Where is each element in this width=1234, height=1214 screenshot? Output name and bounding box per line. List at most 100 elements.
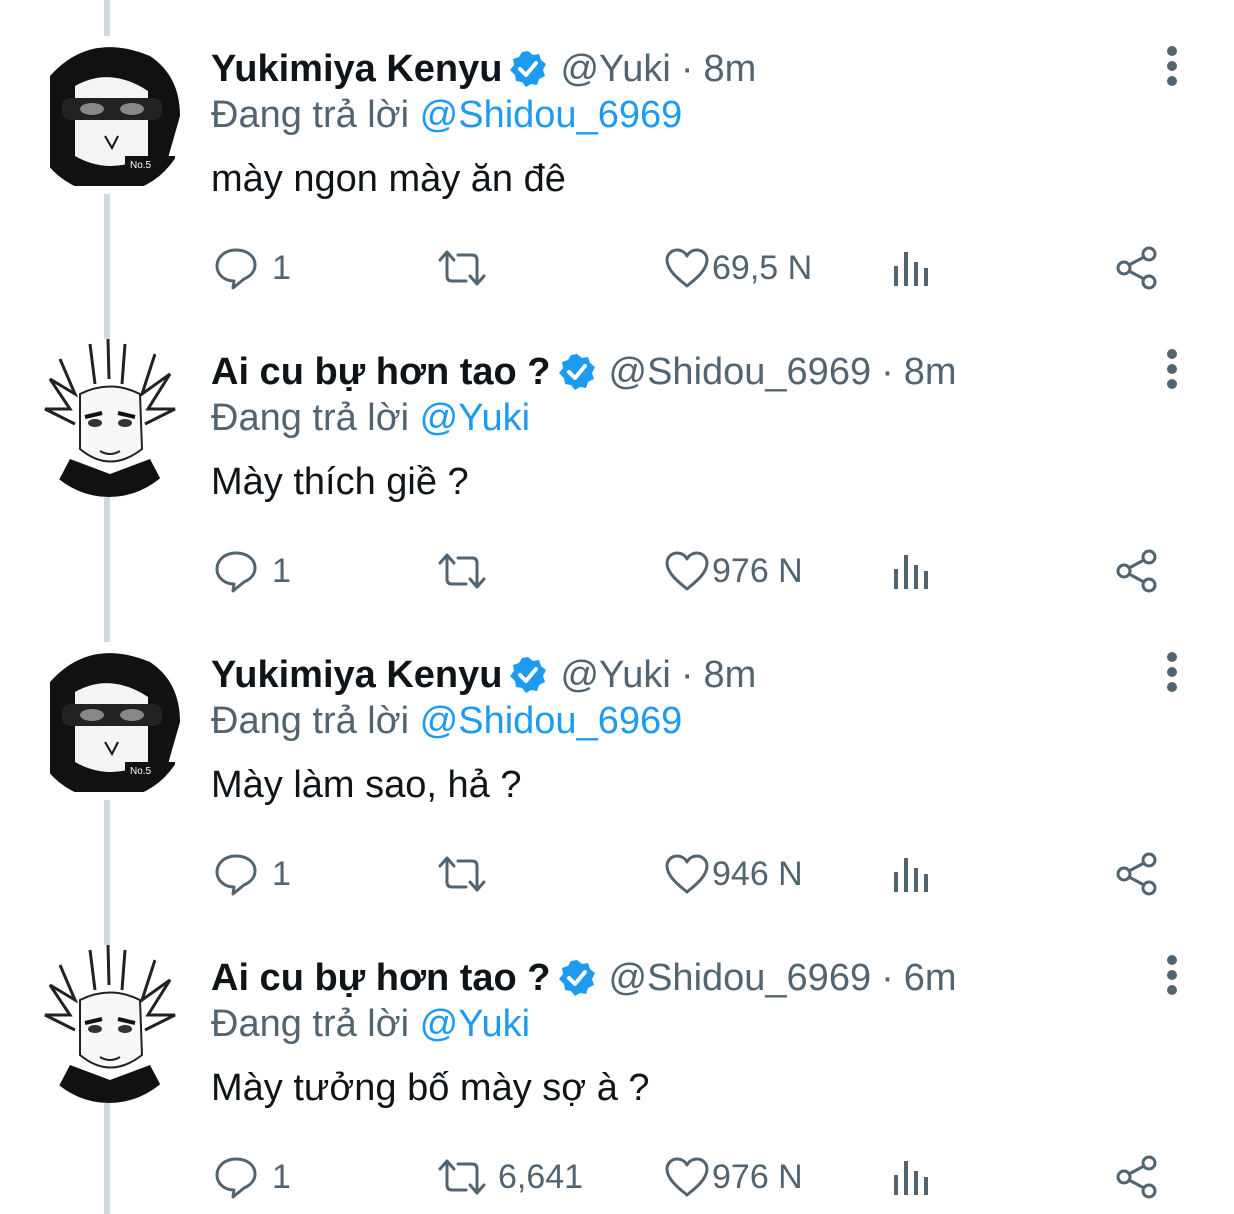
share-button[interactable] <box>1114 1149 1160 1205</box>
retweet-button[interactable]: 6,641 <box>436 1149 583 1205</box>
tweet-actions: 1 976 N <box>0 543 1234 599</box>
user-handle[interactable]: @Yuki <box>560 654 670 697</box>
reply-button[interactable]: 1 <box>214 240 291 296</box>
svg-text:No.5: No.5 <box>130 766 152 777</box>
display-name[interactable]: Yukimiya Kenyu <box>211 48 502 91</box>
heart-icon <box>665 248 709 288</box>
reply-count: 1 <box>272 854 291 893</box>
like-button[interactable]: 946 N <box>664 846 803 902</box>
replying-to-label: Đang trả lời <box>211 700 410 742</box>
separator-dot: · <box>680 653 694 696</box>
share-button[interactable] <box>1114 543 1160 599</box>
user-handle[interactable]: @Shidou_6969 <box>609 957 872 1000</box>
tweet[interactable]: No.5 Yukimiya Kenyu @Yuki · 8m Đang trả … <box>0 0 1234 303</box>
like-count: 69,5 N <box>712 248 813 287</box>
share-icon <box>1116 852 1157 896</box>
replying-to-handle[interactable]: @Shidou_6969 <box>420 700 683 742</box>
retweet-button[interactable] <box>436 240 498 296</box>
tweet[interactable]: Ai cu bự hơn tao ? @Shidou_6969 · 6m Đan… <box>0 909 1234 1212</box>
display-name[interactable]: Yukimiya Kenyu <box>211 654 502 697</box>
timestamp[interactable]: 8m <box>904 351 957 394</box>
replying-to-label: Đang trả lời <box>211 397 410 439</box>
views-button[interactable] <box>890 240 932 296</box>
retweet-count: 6,641 <box>498 1157 584 1196</box>
separator-dot: · <box>680 47 694 90</box>
replying-to: Đang trả lời @Yuki <box>211 397 530 440</box>
more-vertical-icon[interactable] <box>1150 650 1194 694</box>
replying-to: Đang trả lời @Shidou_6969 <box>211 94 682 137</box>
avatar-yukimiya[interactable]: No.5 <box>30 642 188 800</box>
more-vertical-icon[interactable] <box>1150 953 1194 997</box>
tweet-header: Yukimiya Kenyu @Yuki · 8m <box>211 646 756 704</box>
reply-button[interactable]: 1 <box>214 1149 291 1205</box>
replying-to-handle[interactable]: @Yuki <box>420 1003 530 1045</box>
verified-badge-icon <box>557 958 597 998</box>
views-button[interactable] <box>890 1149 932 1205</box>
like-button[interactable]: 976 N <box>664 543 803 599</box>
tweet[interactable]: No.5 Yukimiya Kenyu @Yuki · 8m Đang trả … <box>0 606 1234 909</box>
tweet-header: Ai cu bự hơn tao ? @Shidou_6969 · 8m <box>211 343 957 401</box>
reply-button[interactable]: 1 <box>214 543 291 599</box>
heart-icon <box>665 1157 709 1197</box>
avatar-shidou[interactable] <box>30 339 188 497</box>
tweet-text: Mày tưởng bố mày sợ à ? <box>211 1067 650 1109</box>
replying-to-handle[interactable]: @Yuki <box>420 397 530 439</box>
retweet-icon <box>438 553 486 589</box>
timestamp[interactable]: 8m <box>704 48 757 91</box>
share-button[interactable] <box>1114 846 1160 902</box>
views-bar-chart-icon <box>894 858 928 892</box>
avatar-yukimiya[interactable]: No.5 <box>30 36 188 194</box>
views-button[interactable] <box>890 543 932 599</box>
like-count: 976 N <box>712 1157 803 1196</box>
display-name[interactable]: Ai cu bự hơn tao ? <box>211 351 551 394</box>
more-vertical-icon[interactable] <box>1150 347 1194 391</box>
tweet-text: mày ngon mày ăn đê <box>211 158 566 200</box>
reply-bubble-icon <box>215 248 257 290</box>
share-button[interactable] <box>1114 240 1160 296</box>
like-button[interactable]: 69,5 N <box>664 240 812 296</box>
views-bar-chart-icon <box>894 1161 928 1195</box>
user-handle[interactable]: @Yuki <box>560 48 670 91</box>
svg-text:No.5: No.5 <box>130 160 152 171</box>
reply-bubble-icon <box>215 1157 257 1199</box>
share-icon <box>1116 1155 1157 1199</box>
replying-to-label: Đang trả lời <box>211 94 410 136</box>
verified-badge-icon <box>508 49 548 89</box>
retweet-button[interactable] <box>436 846 498 902</box>
replying-to-handle[interactable]: @Shidou_6969 <box>420 94 683 136</box>
tweet-actions: 1 69,5 N <box>0 240 1234 296</box>
share-icon <box>1116 246 1157 290</box>
tweet-text: Mày làm sao, hả ? <box>211 764 522 806</box>
tweet-text: Mày thích giề ? <box>211 461 469 503</box>
reply-count: 1 <box>272 1157 291 1196</box>
avatar-shidou[interactable] <box>30 945 188 1103</box>
user-handle[interactable]: @Shidou_6969 <box>609 351 872 394</box>
verified-badge-icon <box>557 352 597 392</box>
retweet-button[interactable] <box>436 543 498 599</box>
tweet-actions: 1 946 N <box>0 846 1234 902</box>
timestamp[interactable]: 8m <box>704 654 757 697</box>
tweet-actions: 1 6,641 976 N <box>0 1149 1234 1205</box>
timestamp[interactable]: 6m <box>904 957 957 1000</box>
replying-to-label: Đang trả lời <box>211 1003 410 1045</box>
reply-count: 1 <box>272 248 291 287</box>
more-vertical-icon[interactable] <box>1150 44 1194 88</box>
views-bar-chart-icon <box>894 555 928 589</box>
views-button[interactable] <box>890 846 932 902</box>
display-name[interactable]: Ai cu bự hơn tao ? <box>211 957 551 1000</box>
tweet-header: Ai cu bự hơn tao ? @Shidou_6969 · 6m <box>211 949 957 1007</box>
heart-icon <box>665 551 709 591</box>
share-icon <box>1116 549 1157 593</box>
verified-badge-icon <box>508 655 548 695</box>
reply-count: 1 <box>272 551 291 590</box>
separator-dot: · <box>881 350 894 393</box>
tweet[interactable]: Ai cu bự hơn tao ? @Shidou_6969 · 8m Đan… <box>0 303 1234 606</box>
retweet-icon <box>438 250 486 286</box>
heart-icon <box>665 854 709 894</box>
like-count: 976 N <box>712 551 803 590</box>
replying-to: Đang trả lời @Yuki <box>211 1003 530 1046</box>
separator-dot: · <box>881 956 894 999</box>
like-button[interactable]: 976 N <box>664 1149 803 1205</box>
reply-bubble-icon <box>215 854 257 896</box>
reply-button[interactable]: 1 <box>214 846 291 902</box>
